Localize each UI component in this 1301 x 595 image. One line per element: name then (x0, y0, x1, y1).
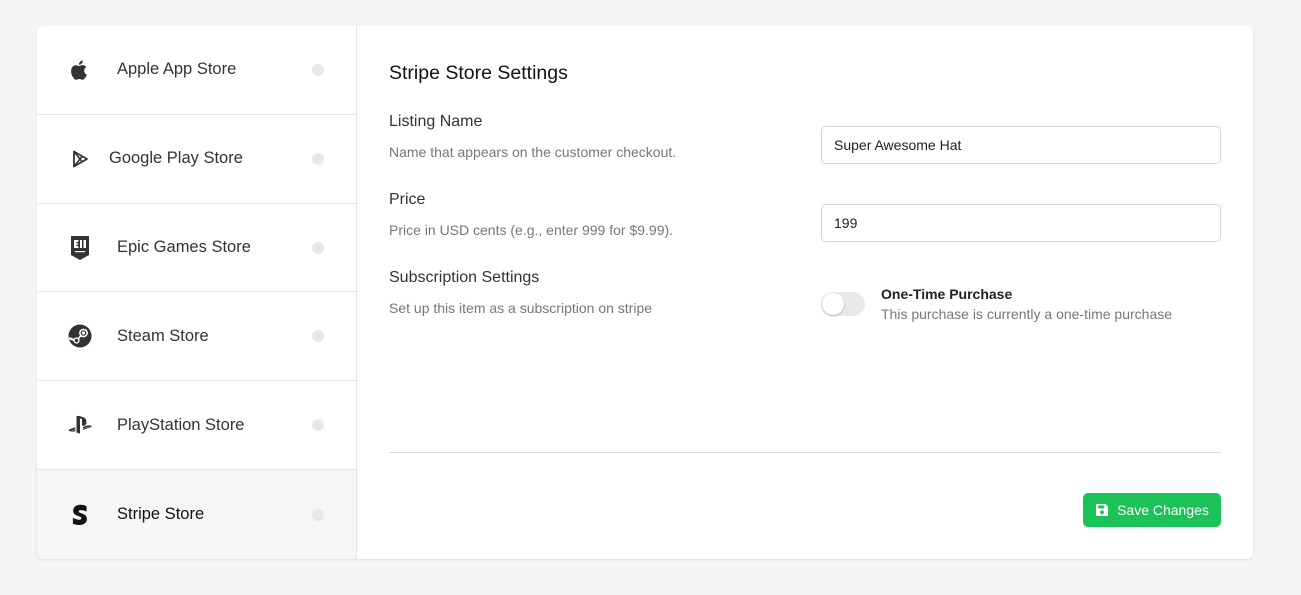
status-dot (312, 419, 324, 432)
save-icon (1095, 503, 1109, 517)
sidebar-item-label: Stripe Store (117, 505, 205, 524)
subscription-settings-label: Subscription Settings (389, 269, 540, 286)
listing-name-input[interactable] (821, 126, 1221, 164)
status-dot (312, 330, 324, 343)
epic-games-icon (67, 235, 93, 261)
sidebar-item-label: Steam Store (117, 326, 209, 345)
sidebar-item-steam-store[interactable]: Steam Store (37, 292, 356, 382)
status-dot (312, 508, 324, 521)
price-input[interactable] (821, 204, 1221, 242)
save-changes-button[interactable]: Save Changes (1083, 493, 1221, 527)
divider (389, 452, 1221, 453)
listing-name-label: Listing Name (389, 113, 483, 130)
google-play-icon (67, 146, 93, 172)
sidebar-item-playstation-store[interactable]: PlayStation Store (37, 381, 356, 471)
status-dot (312, 152, 324, 165)
sidebar-item-label: Apple App Store (117, 60, 237, 79)
sidebar-item-epic-games-store[interactable]: Epic Games Store (37, 204, 356, 293)
toggle-description: This purchase is currently a one-time pu… (881, 306, 1173, 322)
sidebar-item-label: Epic Games Store (117, 238, 251, 257)
sidebar-item-label: PlayStation Store (117, 415, 245, 434)
sidebar-item-label: Google Play Store (109, 149, 243, 168)
price-label: Price (389, 191, 426, 208)
listing-name-description: Name that appears on the customer checko… (389, 144, 677, 160)
sidebar-item-stripe-store[interactable]: Stripe Store (37, 470, 356, 559)
store-settings-card: Apple App Store Google Play Store Epic G… (37, 26, 1253, 559)
stripe-icon (67, 502, 93, 528)
subscription-toggle[interactable] (821, 292, 865, 316)
steam-icon (67, 323, 93, 349)
subscription-settings-description: Set up this item as a subscription on st… (389, 300, 653, 316)
apple-icon (67, 57, 93, 83)
toggle-title: One-Time Purchase (881, 286, 1013, 302)
price-description: Price in USD cents (e.g., enter 999 for … (389, 222, 674, 238)
sidebar-item-google-play-store[interactable]: Google Play Store (37, 115, 356, 204)
store-sidebar: Apple App Store Google Play Store Epic G… (37, 26, 357, 559)
panel-title: Stripe Store Settings (389, 62, 568, 84)
settings-panel: Stripe Store Settings Listing Name Name … (357, 26, 1253, 559)
toggle-knob (822, 293, 844, 315)
status-dot (312, 241, 324, 254)
status-dot (312, 63, 324, 76)
sidebar-item-apple-app-store[interactable]: Apple App Store (37, 26, 356, 115)
playstation-icon (67, 412, 93, 438)
save-button-label: Save Changes (1117, 502, 1209, 518)
